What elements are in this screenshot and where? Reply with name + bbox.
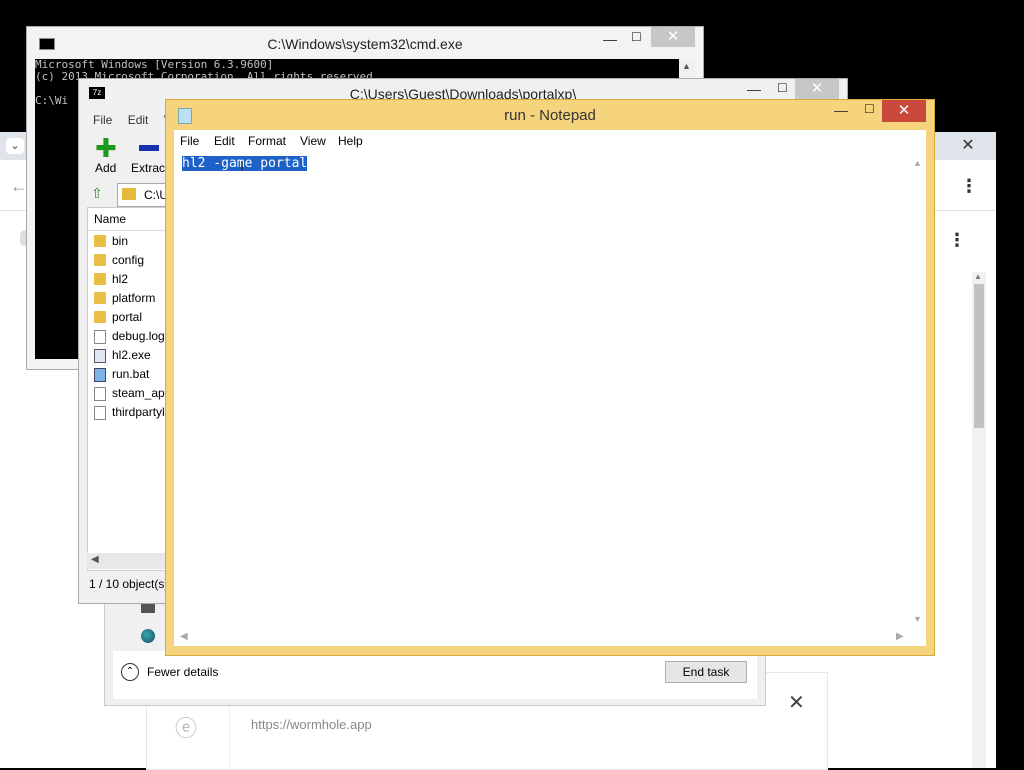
close-button[interactable]: ✕: [795, 79, 839, 99]
menu-edit[interactable]: Edit: [214, 134, 235, 148]
suggestion-url[interactable]: https://wormhole.app: [251, 717, 372, 732]
file-icon: [94, 330, 106, 344]
file-name: portal: [112, 310, 143, 324]
extract-button[interactable]: Extract: [131, 161, 168, 175]
folder-icon: [122, 188, 136, 200]
close-button[interactable]: ✕: [651, 27, 695, 47]
file-list-item[interactable]: portal: [92, 308, 168, 327]
maximize-button[interactable]: ☐: [631, 30, 642, 44]
file-list-item[interactable]: bin: [92, 232, 168, 251]
file-name: platform: [112, 291, 156, 305]
menu-view[interactable]: View: [300, 134, 326, 148]
file-name: thirdpartyl: [112, 405, 165, 419]
notepad-title: run - Notepad: [504, 107, 596, 124]
folder-icon: [94, 311, 106, 323]
editor-vscrollbar[interactable]: ▲ ▼: [908, 152, 926, 630]
folder-icon: [94, 235, 106, 247]
file-list-item[interactable]: run.bat: [92, 365, 168, 384]
cmd-title: C:\Windows\system32\cmd.exe: [267, 36, 463, 52]
scroll-up-icon[interactable]: ▲: [974, 272, 982, 281]
file-list-item[interactable]: thirdpartyl: [92, 403, 168, 422]
scroll-up-icon[interactable]: ▲: [682, 61, 691, 71]
file-list-item[interactable]: hl2: [92, 270, 168, 289]
file-name: run.bat: [112, 367, 150, 381]
scroll-up-icon[interactable]: ▲: [913, 158, 922, 168]
minimize-button[interactable]: —: [834, 102, 848, 118]
page-menu-icon[interactable]: ⋮: [948, 230, 966, 251]
menu-file[interactable]: File: [93, 113, 112, 127]
menu-file[interactable]: File: [180, 134, 199, 148]
folder-up-icon[interactable]: ⇧: [91, 185, 103, 202]
file-list-item[interactable]: config: [92, 251, 168, 270]
tab-search-dropdown-icon[interactable]: ⌄: [6, 138, 24, 154]
scroll-left-icon[interactable]: ◀: [91, 554, 99, 565]
folder-icon: [94, 254, 106, 266]
notepad-menubar: File Edit Format View Help: [174, 130, 926, 153]
minimize-button[interactable]: —: [747, 81, 761, 97]
file-list-hscrollbar[interactable]: ◀: [87, 553, 167, 569]
column-header-name[interactable]: Name: [88, 208, 168, 231]
column-header-label: Name: [94, 212, 127, 226]
file-name: bin: [112, 234, 129, 248]
ie-icon: ⓔ: [175, 716, 198, 741]
menu-format[interactable]: Format: [248, 134, 286, 148]
minus-icon[interactable]: [139, 145, 159, 151]
suggestion-close-icon[interactable]: ✕: [788, 690, 805, 715]
plus-icon[interactable]: ✚: [95, 135, 117, 161]
folder-icon: [94, 273, 106, 285]
file-list-item[interactable]: platform: [92, 289, 168, 308]
menu-edit[interactable]: Edit: [128, 113, 149, 127]
browser-close-button[interactable]: ✕: [956, 136, 980, 156]
scroll-left-icon[interactable]: ◀: [180, 631, 188, 642]
scroll-down-icon[interactable]: ▼: [913, 614, 922, 624]
file-name: config: [112, 253, 145, 267]
file-icon: [94, 406, 106, 420]
file-list-item[interactable]: steam_app: [92, 384, 168, 403]
cmd-icon: [39, 38, 55, 50]
folder-icon: [94, 292, 106, 304]
file-list-item[interactable]: hl2.exe: [92, 346, 168, 365]
file-name: steam_app: [112, 386, 168, 400]
file-list: Name bin config hl2 platform portal debug.log…: [87, 207, 169, 571]
menu-help[interactable]: Help: [338, 134, 363, 148]
notepad-window: run - Notepad — ☐ ✕ File Edit Format Vie…: [165, 99, 935, 656]
maximize-button[interactable]: ☐: [777, 81, 788, 95]
7zip-icon: 7z: [89, 87, 105, 99]
file-name: hl2.exe: [112, 348, 151, 362]
file-name: debug.log: [112, 329, 165, 343]
globe-icon: [141, 629, 155, 643]
page-scrollbar-thumb[interactable]: [974, 284, 984, 428]
text-editor-area[interactable]: hl2 -game portal I ▲ ▼ ◀ ▶: [174, 152, 926, 646]
file-list-item[interactable]: debug.log: [92, 327, 168, 346]
end-task-button[interactable]: End task: [665, 661, 747, 683]
ibeam-cursor-icon: I: [240, 158, 244, 174]
status-bar-text: 1 / 10 object(s): [89, 577, 169, 591]
selected-text[interactable]: hl2 -game portal: [182, 156, 308, 171]
file-icon: [94, 387, 106, 401]
close-button[interactable]: ✕: [882, 100, 926, 122]
add-button[interactable]: Add: [95, 161, 116, 175]
notepad-icon: [178, 108, 192, 124]
maximize-button[interactable]: ☐: [864, 102, 875, 116]
scroll-right-icon[interactable]: ▶: [896, 631, 904, 642]
editor-hscrollbar[interactable]: ◀ ▶: [174, 630, 908, 646]
batch-file-icon: [94, 368, 106, 382]
minimize-button[interactable]: —: [603, 31, 617, 47]
browser-menu-icon[interactable]: ⋮: [960, 176, 978, 197]
file-name: hl2: [112, 272, 129, 286]
editor-text[interactable]: hl2 -game portal: [182, 156, 308, 171]
fewer-details-link[interactable]: Fewer details: [147, 665, 218, 679]
exe-file-icon: [94, 349, 106, 363]
chevron-up-icon[interactable]: ⌃: [121, 663, 139, 681]
